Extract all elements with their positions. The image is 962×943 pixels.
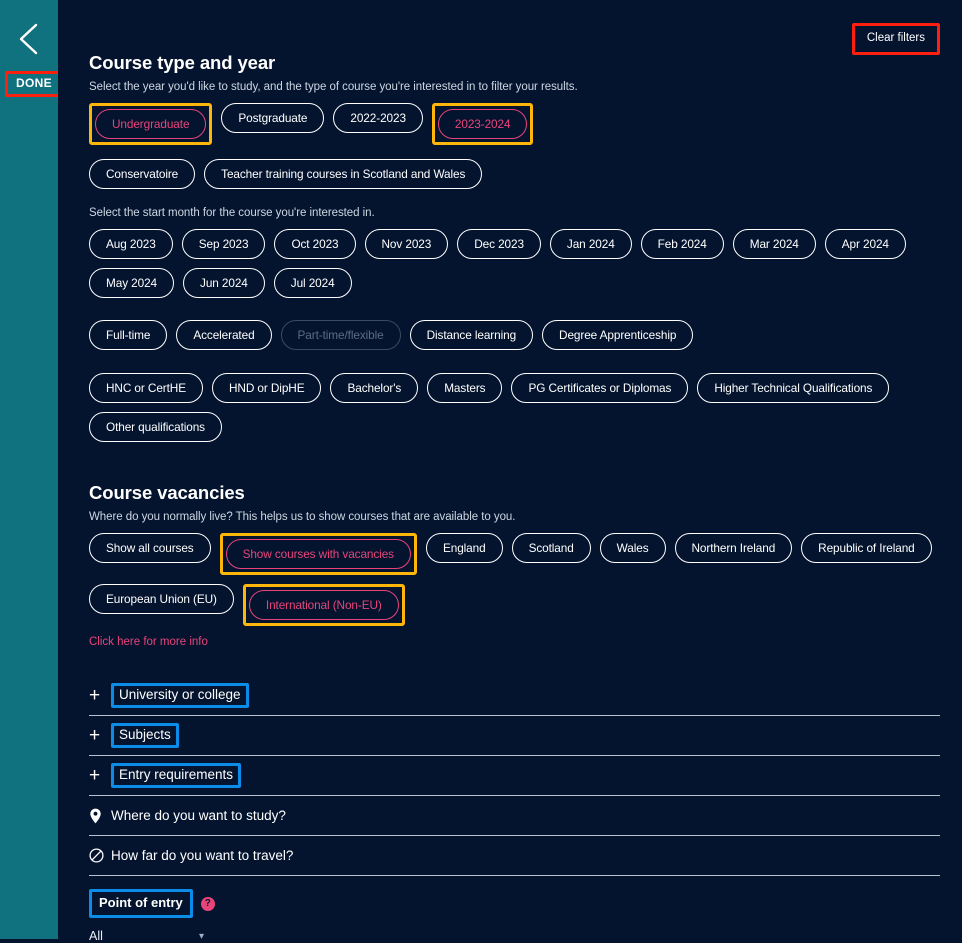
chip-apr-2024[interactable]: Apr 2024: [824, 229, 906, 259]
chip-2022-2023[interactable]: 2022-2023: [333, 103, 423, 133]
annotation-box-gold: Undergraduate: [89, 103, 213, 145]
qualification-chip-row: HNC or CertHE HND or DipHE Bachelor's Ma…: [89, 373, 940, 442]
accordion-row-subjects[interactable]: + Subjects: [89, 716, 940, 756]
chip-hnc-certhe[interactable]: HNC or CertHE: [89, 373, 203, 403]
chip-oct-2023[interactable]: Oct 2023: [274, 229, 356, 259]
chip-degree-apprenticeship[interactable]: Degree Apprenticeship: [542, 320, 694, 350]
course-type-title: Course type and year: [89, 52, 276, 73]
chip-postgraduate[interactable]: Postgraduate: [221, 103, 325, 133]
chip-scotland[interactable]: Scotland: [511, 533, 591, 563]
chip-other-qualifications[interactable]: Other qualifications: [89, 412, 222, 442]
chip-pg-certificates-diplomas[interactable]: PG Certificates or Diplomas: [511, 373, 689, 403]
chip-masters[interactable]: Masters: [427, 373, 503, 403]
chip-mar-2024[interactable]: Mar 2024: [732, 229, 816, 259]
filter-accordion: + University or college + Subjects + Ent…: [89, 676, 940, 876]
annotation-box-blue: Entry requirements: [111, 763, 242, 788]
chip-republic-of-ireland[interactable]: Republic of Ireland: [801, 533, 932, 563]
course-vacancies-subtitle: Where do you normally live? This helps u…: [89, 511, 516, 523]
clear-filters-label: Clear filters: [866, 32, 925, 44]
point-of-entry-header: Point of entry ?: [89, 889, 940, 918]
more-info-link[interactable]: Click here for more info: [89, 636, 208, 648]
chip-sep-2023[interactable]: Sep 2023: [181, 229, 266, 259]
accordion-label-where-to-study: Where do you want to study?: [111, 808, 286, 823]
annotation-box-gold: 2023-2024: [431, 103, 534, 145]
annotation-box-gold: International (Non-EU): [242, 584, 405, 626]
plus-icon: +: [89, 725, 101, 746]
annotation-box-blue: Subjects: [111, 723, 179, 748]
plus-icon: +: [89, 765, 101, 786]
course-vacancies-title: Course vacancies: [89, 482, 245, 503]
chip-jun-2024[interactable]: Jun 2024: [183, 268, 265, 298]
start-month-chip-row-2: May 2024 Jun 2024 Jul 2024: [89, 268, 940, 298]
level-and-year-chip-row: Undergraduate Postgraduate 2022-2023 202…: [89, 103, 940, 145]
filters-panel: Clear filters Course type and year Selec…: [58, 0, 962, 943]
chip-show-all-courses[interactable]: Show all courses: [89, 533, 211, 563]
annotation-box-gold: Show courses with vacancies: [219, 533, 417, 575]
chip-international-non-eu[interactable]: International (Non-EU): [248, 590, 399, 620]
chip-show-courses-with-vacancies[interactable]: Show courses with vacancies: [225, 539, 411, 569]
circle-slash-icon: [89, 848, 111, 863]
chip-dec-2023[interactable]: Dec 2023: [457, 229, 541, 259]
clear-filters-button[interactable]: Clear filters: [851, 23, 940, 55]
chip-2023-2024[interactable]: 2023-2024: [437, 109, 528, 139]
chip-northern-ireland[interactable]: Northern Ireland: [674, 533, 793, 563]
chip-wales[interactable]: Wales: [599, 533, 666, 563]
chip-higher-technical-qualifications[interactable]: Higher Technical Qualifications: [697, 373, 890, 403]
chip-bachelors[interactable]: Bachelor's: [330, 373, 419, 403]
chip-full-time[interactable]: Full-time: [89, 320, 168, 350]
accordion-label-subjects: Subjects: [119, 727, 171, 742]
chip-european-union-eu[interactable]: European Union (EU): [89, 584, 234, 614]
chip-part-time-flexible: Part-time/flexible: [280, 320, 401, 350]
point-of-entry-selected-value: All: [89, 929, 103, 943]
start-month-chip-row-1: Aug 2023 Sep 2023 Oct 2023 Nov 2023 Dec …: [89, 229, 940, 259]
chip-feb-2024[interactable]: Feb 2024: [640, 229, 724, 259]
chip-undergraduate[interactable]: Undergraduate: [95, 109, 207, 139]
done-button-label: DONE: [16, 76, 52, 90]
course-type-subtitle: Select the year you'd like to study, and…: [89, 81, 578, 93]
chip-conservatoire[interactable]: Conservatoire: [89, 159, 196, 189]
chip-hnd-diphe[interactable]: HND or DipHE: [211, 373, 322, 403]
plus-icon: +: [89, 685, 101, 706]
question-mark-icon[interactable]: ?: [200, 896, 215, 911]
accordion-label-university-or-college: University or college: [119, 687, 241, 702]
left-sidebar: DONE: [0, 0, 63, 939]
point-of-entry-label: Point of entry: [99, 895, 183, 910]
point-of-entry-select[interactable]: All ▾: [89, 929, 204, 943]
start-month-subtitle: Select the start month for the course yo…: [89, 207, 375, 219]
accordion-row-entry-requirements[interactable]: + Entry requirements: [89, 756, 940, 796]
map-pin-icon: [89, 808, 111, 824]
chip-distance-learning[interactable]: Distance learning: [409, 320, 534, 350]
chip-england[interactable]: England: [425, 533, 503, 563]
vacancy-chip-row-1: Show all courses Show courses with vacan…: [89, 533, 940, 575]
chevron-down-icon: ▾: [198, 930, 204, 942]
vacancy-chip-row-2: European Union (EU) International (Non-E…: [89, 584, 940, 626]
chip-teacher-training[interactable]: Teacher training courses in Scotland and…: [204, 159, 483, 189]
accordion-label-entry-requirements: Entry requirements: [119, 767, 234, 782]
annotation-box-blue: Point of entry: [89, 889, 193, 918]
accordion-row-where-to-study[interactable]: Where do you want to study?: [89, 796, 940, 836]
chip-jan-2024[interactable]: Jan 2024: [549, 229, 632, 259]
done-button[interactable]: DONE: [5, 71, 63, 97]
accordion-label-how-far-to-travel: How far do you want to travel?: [111, 848, 294, 863]
accordion-row-university-or-college[interactable]: + University or college: [89, 676, 940, 716]
study-mode-chip-row: Full-time Accelerated Part-time/flexible…: [89, 320, 940, 350]
chip-accelerated[interactable]: Accelerated: [176, 320, 272, 350]
chip-jul-2024[interactable]: Jul 2024: [273, 268, 352, 298]
chip-nov-2023[interactable]: Nov 2023: [364, 229, 449, 259]
accordion-row-how-far-to-travel[interactable]: How far do you want to travel?: [89, 836, 940, 876]
chip-may-2024[interactable]: May 2024: [89, 268, 175, 298]
chevron-left-icon[interactable]: [16, 22, 42, 56]
annotation-box-blue: University or college: [111, 683, 249, 708]
chip-aug-2023[interactable]: Aug 2023: [89, 229, 173, 259]
extra-course-type-chip-row: Conservatoire Teacher training courses i…: [89, 159, 940, 189]
